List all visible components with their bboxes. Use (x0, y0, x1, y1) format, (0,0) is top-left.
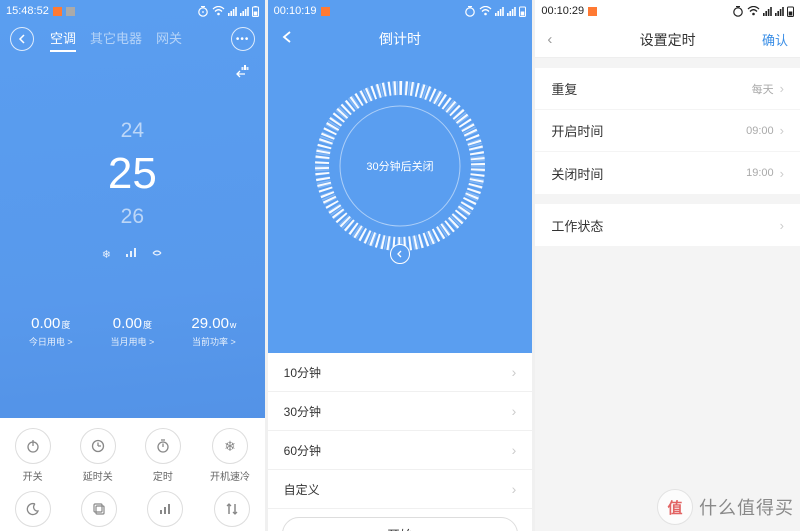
power-button[interactable]: 开关 (15, 428, 51, 483)
chevron-right-icon: › (512, 364, 517, 380)
timer-button[interactable]: 定时 (145, 428, 181, 483)
status-indicator-icon (588, 7, 597, 16)
nav-bar: 倒计时 (268, 22, 533, 56)
page-title: 倒计时 (379, 29, 421, 49)
ac-control-screen: 15:48:52 空调 其它电器 网关 ••• 24 25 26 ❄ (0, 0, 265, 531)
chevron-right-icon: › (512, 481, 517, 497)
settings-group-1: 重复 每天› 开启时间 09:00› 关闭时间 19:00› (535, 68, 800, 194)
back-button[interactable] (278, 30, 296, 48)
option-30min[interactable]: 30分钟› (268, 392, 533, 431)
watermark: 值 什么值得买 (657, 489, 794, 525)
chevron-right-icon: › (780, 123, 784, 138)
snowflake-icon: ❄ (102, 248, 111, 261)
countdown-dial[interactable]: 30分钟后关闭 (310, 76, 490, 256)
status-bar: 15:48:52 (0, 0, 265, 22)
option-60min[interactable]: 60分钟› (268, 431, 533, 470)
status-indicator-icon (66, 7, 75, 16)
page-title: 设置定时 (640, 30, 696, 50)
status-bar: 00:10:29 (535, 0, 800, 22)
temp-value-current: 25 (0, 148, 265, 201)
status-indicator-icon (321, 7, 330, 16)
tab-gateway[interactable]: 网关 (156, 28, 182, 50)
more-button[interactable]: ••• (231, 27, 255, 51)
countdown-screen: 00:10:19 倒计时 30分钟后关闭 (268, 0, 533, 531)
option-10min[interactable]: 10分钟› (268, 353, 533, 392)
stat-power[interactable]: 29.00w 当前功率 > (173, 315, 255, 348)
delay-off-button[interactable]: 延时关 (80, 428, 116, 483)
swing-button[interactable] (81, 491, 117, 527)
status-time: 00:10:19 (274, 5, 317, 17)
status-time: 00:10:29 (541, 5, 584, 17)
vertical-swing-button[interactable] (214, 491, 250, 527)
row-work-state[interactable]: 工作状态 › (535, 204, 800, 246)
countdown-options: 10分钟› 30分钟› 60分钟› 自定义› (268, 353, 533, 509)
status-icons (197, 6, 259, 17)
bottom-controls: 开关 延时关 定时 ❄ 开机速冷 (0, 418, 265, 531)
confirm-button[interactable]: 确认 (762, 30, 788, 49)
chevron-right-icon: › (512, 442, 517, 458)
row-on-time[interactable]: 开启时间 09:00› (535, 110, 800, 152)
settings-group-2: 工作状态 › (535, 204, 800, 246)
temp-value-below: 26 (0, 200, 265, 234)
fast-cool-button[interactable]: ❄ 开机速冷 (210, 428, 250, 483)
dial-label: 30分钟后关闭 (366, 158, 433, 174)
tab-ac[interactable]: 空调 (50, 28, 76, 50)
status-bar: 00:10:19 (268, 0, 533, 22)
watermark-logo: 值 (657, 489, 693, 525)
start-button[interactable]: 开始 (282, 517, 519, 531)
status-icons (732, 6, 794, 17)
stats-row: 0.00度 今日用电 > 0.00度 当月用电 > 29.00w 当前功率 > (0, 315, 265, 348)
temperature-picker[interactable]: 24 25 26 (0, 86, 265, 234)
chevron-right-icon: › (512, 403, 517, 419)
fan-speed-icon (125, 248, 137, 261)
row-off-time[interactable]: 关闭时间 19:00› (535, 152, 800, 194)
option-custom[interactable]: 自定义› (268, 470, 533, 509)
swing-mode-icon (151, 248, 163, 261)
stat-today[interactable]: 0.00度 今日用电 > (10, 315, 92, 348)
status-icons (464, 6, 526, 17)
nav-bar: 空调 其它电器 网关 ••• (0, 22, 265, 56)
stat-month[interactable]: 0.00度 当月用电 > (92, 315, 174, 348)
swing-indicator-icon (0, 56, 265, 86)
chevron-right-icon: › (780, 218, 784, 233)
chevron-right-icon: › (780, 81, 784, 96)
row-repeat[interactable]: 重复 每天› (535, 68, 800, 110)
tab-other[interactable]: 其它电器 (90, 28, 142, 50)
chevron-right-icon: › (780, 166, 784, 181)
nav-bar: ‹ 设置定时 确认 (535, 22, 800, 58)
watermark-text: 什么值得买 (699, 494, 794, 520)
status-time: 15:48:52 (6, 5, 49, 17)
sleep-button[interactable] (15, 491, 51, 527)
schedule-screen: 00:10:29 ‹ 设置定时 确认 重复 每天› 开启时间 09:00› 关闭… (535, 0, 800, 531)
status-indicator-icon (53, 7, 62, 16)
temp-value-above: 24 (0, 114, 265, 148)
fan-speed-button[interactable] (147, 491, 183, 527)
mode-indicators: ❄ (0, 234, 265, 261)
back-button[interactable] (10, 27, 34, 51)
dial-handle[interactable] (390, 244, 410, 264)
back-button[interactable]: ‹ (547, 31, 552, 48)
